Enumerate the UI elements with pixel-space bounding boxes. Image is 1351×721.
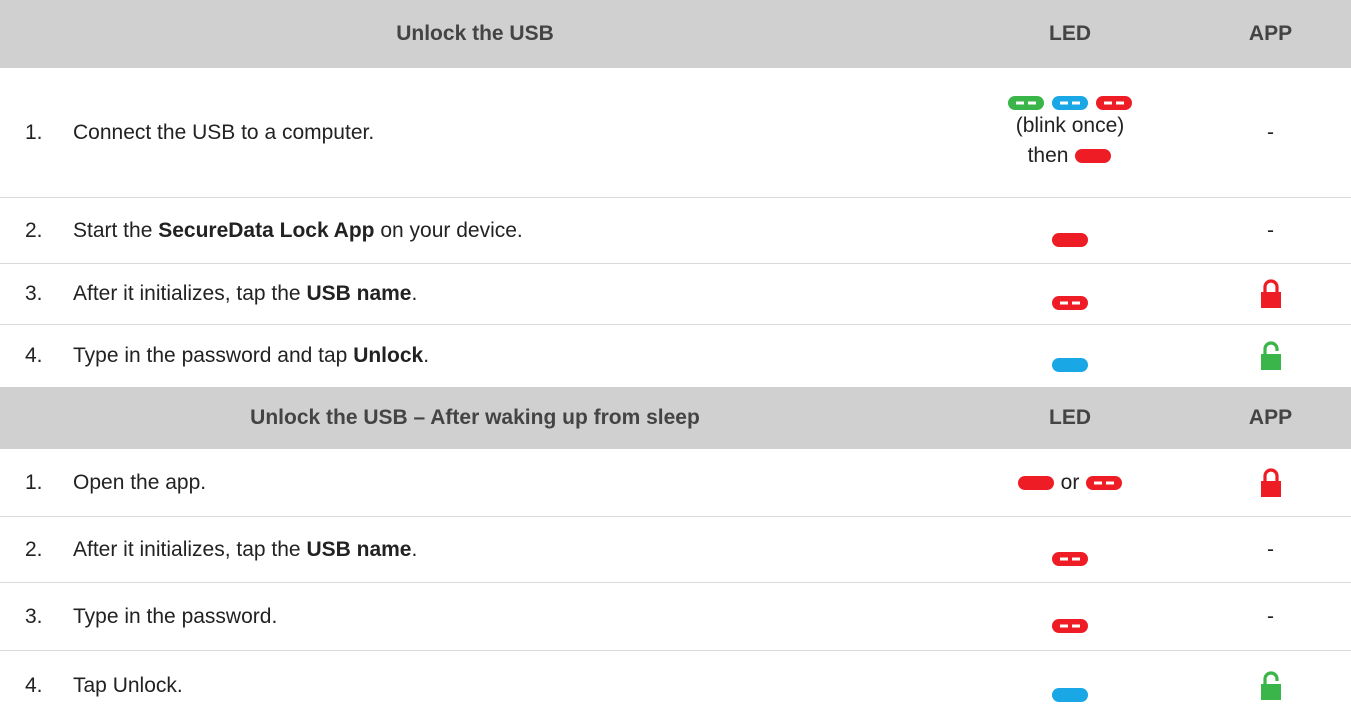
step-number: 3.	[25, 604, 43, 628]
app-dash: -	[1267, 604, 1274, 628]
blue-solid-led-icon	[1051, 687, 1089, 703]
app-cell	[1190, 651, 1351, 721]
step-number: 1.	[25, 120, 43, 144]
step-cell: 3. Type in the password.	[0, 583, 950, 650]
blue-solid-led-icon	[1051, 357, 1089, 373]
app-column-header: APP	[1248, 22, 1293, 45]
green-blink-led-icon	[1007, 95, 1045, 111]
app-cell	[1190, 264, 1351, 324]
blue-blink-led-icon	[1051, 95, 1089, 111]
green-unlock-icon	[1259, 341, 1283, 371]
app-cell	[1190, 449, 1351, 516]
step-text: Type in the password and tap Unlock.	[73, 344, 430, 367]
instructions-table: Unlock the USB LED APP 1. Connect the US…	[0, 0, 1351, 721]
led-then-label: then	[1027, 143, 1069, 167]
table-row: 4. Tap Unlock.	[0, 651, 1351, 721]
led-column-header: LED	[1049, 406, 1091, 429]
step-text: Start the SecureData Lock App on your de…	[73, 218, 523, 242]
table-row: 3. After it initializes, tap the USB nam…	[0, 264, 1351, 325]
red-blink-led-icon	[1051, 618, 1089, 634]
led-column-header: LED	[1049, 22, 1091, 45]
app-cell: -	[1190, 517, 1351, 582]
app-dash: -	[1267, 537, 1274, 561]
table-row: 1. Connect the USB to a computer. (blink…	[0, 68, 1351, 198]
app-cell: -	[1190, 583, 1351, 650]
app-cell	[1190, 325, 1351, 387]
table-row: 2. Start the SecureData Lock App on your…	[0, 198, 1351, 264]
section-title: Unlock the USB – After waking up from sl…	[250, 406, 700, 429]
red-blink-led-icon	[1051, 295, 1089, 311]
led-note: (blink once)	[1015, 113, 1125, 137]
app-dash: -	[1267, 120, 1274, 144]
step-cell: 4. Tap Unlock.	[0, 651, 950, 721]
step-cell: 4. Type in the password and tap Unlock.	[0, 325, 950, 387]
section-title: Unlock the USB	[396, 22, 554, 45]
step-number: 1.	[25, 470, 43, 494]
led-cell: or	[950, 449, 1190, 516]
step-cell: 1. Open the app.	[0, 449, 950, 516]
step-cell: 2. Start the SecureData Lock App on your…	[0, 198, 950, 263]
step-number: 4.	[25, 344, 43, 367]
step-number: 2.	[25, 537, 43, 561]
led-or-label: or	[1060, 470, 1080, 494]
led-cell	[950, 264, 1190, 324]
red-blink-led-icon	[1095, 95, 1133, 111]
step-number: 2.	[25, 218, 43, 242]
step-number: 3.	[25, 282, 43, 305]
step-number: 4.	[25, 674, 43, 697]
red-solid-led-icon	[1051, 232, 1089, 248]
app-cell: -	[1190, 68, 1351, 197]
app-cell: -	[1190, 198, 1351, 263]
led-cell	[950, 198, 1190, 263]
led-cell	[950, 583, 1190, 650]
red-lock-icon	[1259, 279, 1283, 309]
step-cell: 3. After it initializes, tap the USB nam…	[0, 264, 950, 324]
app-dash: -	[1267, 218, 1274, 242]
red-solid-led-icon	[1074, 148, 1112, 164]
table-row: 4. Type in the password and tap Unlock.	[0, 325, 1351, 387]
section-header: Unlock the USB LED APP	[0, 0, 1351, 68]
red-lock-icon	[1259, 468, 1283, 498]
table-row: 1. Open the app. or	[0, 449, 1351, 517]
red-blink-led-icon	[1051, 551, 1089, 567]
step-text: Open the app.	[73, 470, 207, 494]
led-cell	[950, 517, 1190, 582]
table-row: 2. After it initializes, tap the USB nam…	[0, 517, 1351, 583]
red-solid-led-icon	[1017, 475, 1055, 491]
led-cell	[950, 651, 1190, 721]
step-text: After it initializes, tap the USB name.	[73, 282, 418, 305]
app-column-header: APP	[1248, 406, 1293, 429]
step-cell: 1. Connect the USB to a computer.	[0, 68, 950, 197]
step-text: Type in the password.	[73, 604, 278, 628]
red-blink-led-icon	[1085, 475, 1123, 491]
step-text: Connect the USB to a computer.	[73, 120, 375, 144]
step-cell: 2. After it initializes, tap the USB nam…	[0, 517, 950, 582]
led-cell: (blink once) then	[950, 68, 1190, 197]
step-text: Tap Unlock.	[73, 674, 183, 697]
table-row: 3. Type in the password. -	[0, 583, 1351, 651]
green-unlock-icon	[1259, 671, 1283, 701]
section-header: Unlock the USB – After waking up from sl…	[0, 387, 1351, 449]
led-cell	[950, 325, 1190, 387]
step-text: After it initializes, tap the USB name.	[73, 537, 418, 561]
